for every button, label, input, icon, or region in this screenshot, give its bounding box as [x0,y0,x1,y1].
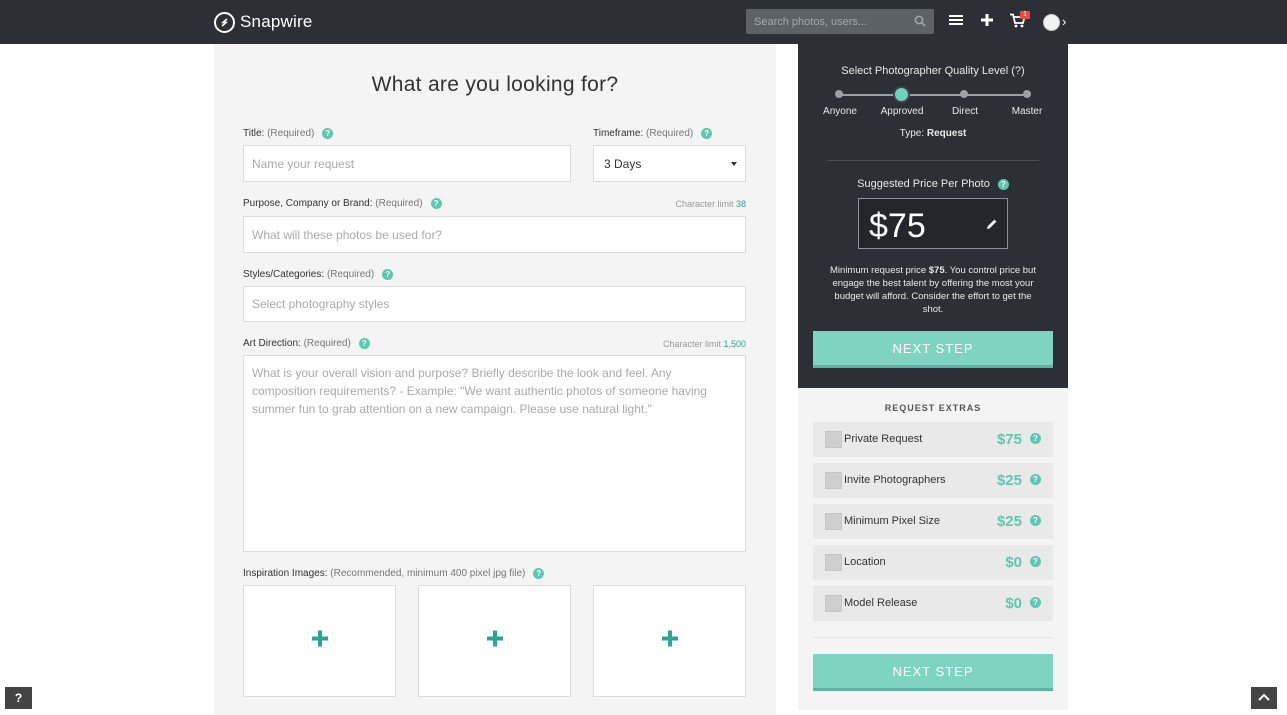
styles-select[interactable]: Select photography styles [243,286,746,322]
quality-level-label: Anyone [823,106,857,117]
help-icon[interactable]: ? [1030,474,1041,485]
divider [827,160,1039,161]
help-icon[interactable]: ? [701,128,713,139]
help-icon[interactable]: ? [430,198,442,209]
plus-icon [486,630,503,652]
art-direction-textarea[interactable]: What is your overall vision and purpose?… [243,355,746,552]
purpose-char-limit: Character limit 38 [675,199,746,209]
quality-level-label: Direct [951,106,979,117]
slider-stop-anyone[interactable] [835,90,843,98]
next-step-button[interactable]: NEXT STEP [813,331,1053,368]
art-char-limit: Character limit 1,500 [662,339,746,349]
timeframe-select[interactable]: 3 Days [593,145,746,182]
extra-model-release[interactable]: Model Release $0 ? [813,586,1053,621]
top-nav: Snapwire 1 › [0,0,1287,44]
quality-slider-handle[interactable] [893,86,910,103]
help-icon[interactable]: ? [997,179,1009,190]
quality-level-label: Master [1011,106,1043,117]
caret-down-icon [731,162,737,166]
help-icon[interactable]: ? [382,269,394,280]
upload-slot-1[interactable] [243,585,396,697]
quality-slider-track[interactable] [839,94,1028,96]
menu-icon[interactable] [949,13,963,32]
upload-slot-3[interactable] [593,585,746,697]
price-title: Suggested Price Per Photo? [798,178,1068,190]
plus-icon[interactable] [980,13,994,32]
extra-invite-photographers[interactable]: Invite Photographers $25 ? [813,463,1053,498]
divider [813,637,1053,638]
purpose-input[interactable]: What will these photos be used for? [243,216,746,253]
help-icon[interactable]: ? [1030,597,1041,608]
request-extras: REQUEST EXTRAS Private Request $75 ? Inv… [798,388,1068,710]
help-icon[interactable]: ? [1030,433,1041,444]
extras-title: REQUEST EXTRAS [884,403,982,413]
avatar[interactable] [1043,14,1060,31]
slider-stop-direct[interactable] [960,90,968,98]
inspiration-label: Inspiration Images: (Recommended, minimu… [243,568,545,579]
help-button[interactable]: ? [5,687,32,709]
logo-icon [214,11,235,33]
quality-title: Select Photographer Quality Level (?) [841,65,1025,77]
plus-icon [311,630,328,652]
cart-count-badge: 1 [1020,11,1030,19]
title-label: Title: (Required)? [243,128,334,139]
upload-slot-2[interactable] [418,585,571,697]
search-box[interactable] [746,9,934,34]
search-icon[interactable] [914,14,926,32]
checkbox[interactable] [825,513,842,530]
extra-minimum-pixel-size[interactable]: Minimum Pixel Size $25 ? [813,504,1053,539]
quality-level-label: Approved [880,106,924,117]
pricing-panel: Select Photographer Quality Level (?) An… [798,44,1068,388]
page-title: What are you looking for? [371,73,619,96]
snapwire-logo[interactable]: Snapwire [214,11,312,33]
title-input[interactable]: Name your request [243,145,571,182]
help-icon[interactable]: ? [533,568,545,579]
help-icon[interactable]: ? [322,128,334,139]
price-input[interactable]: $75 [858,198,1008,249]
chevron-right-icon[interactable]: › [1062,14,1066,29]
checkbox[interactable] [825,554,842,571]
pencil-icon[interactable] [986,217,998,235]
slider-stop-master[interactable] [1023,90,1031,98]
logo-text: Snapwire [240,12,313,31]
plus-icon [661,630,678,652]
request-type: Type: Request [899,128,967,139]
help-icon[interactable]: ? [358,338,370,349]
checkbox[interactable] [825,472,842,489]
help-icon[interactable]: ? [1030,556,1041,567]
extra-private-request[interactable]: Private Request $75 ? [813,422,1053,457]
price-note: Minimum request price $75. You control p… [830,265,1036,315]
extra-location[interactable]: Location $0 ? [813,545,1053,580]
styles-label: Styles/Categories: (Required)? [243,269,394,280]
next-step-button[interactable]: NEXT STEP [813,654,1053,691]
chevron-up-icon [1258,693,1270,701]
search-input[interactable] [746,9,906,34]
checkbox[interactable] [825,595,842,612]
request-form: What are you looking for? Title: (Requir… [214,44,776,715]
timeframe-label: Timeframe: (Required)? [593,128,713,139]
purpose-label: Purpose, Company or Brand: (Required)? [243,198,442,209]
art-direction-label: Art Direction: (Required)? [243,338,370,349]
scroll-top-button[interactable] [1251,687,1277,709]
checkbox[interactable] [825,431,842,448]
help-icon[interactable]: ? [1030,515,1041,526]
